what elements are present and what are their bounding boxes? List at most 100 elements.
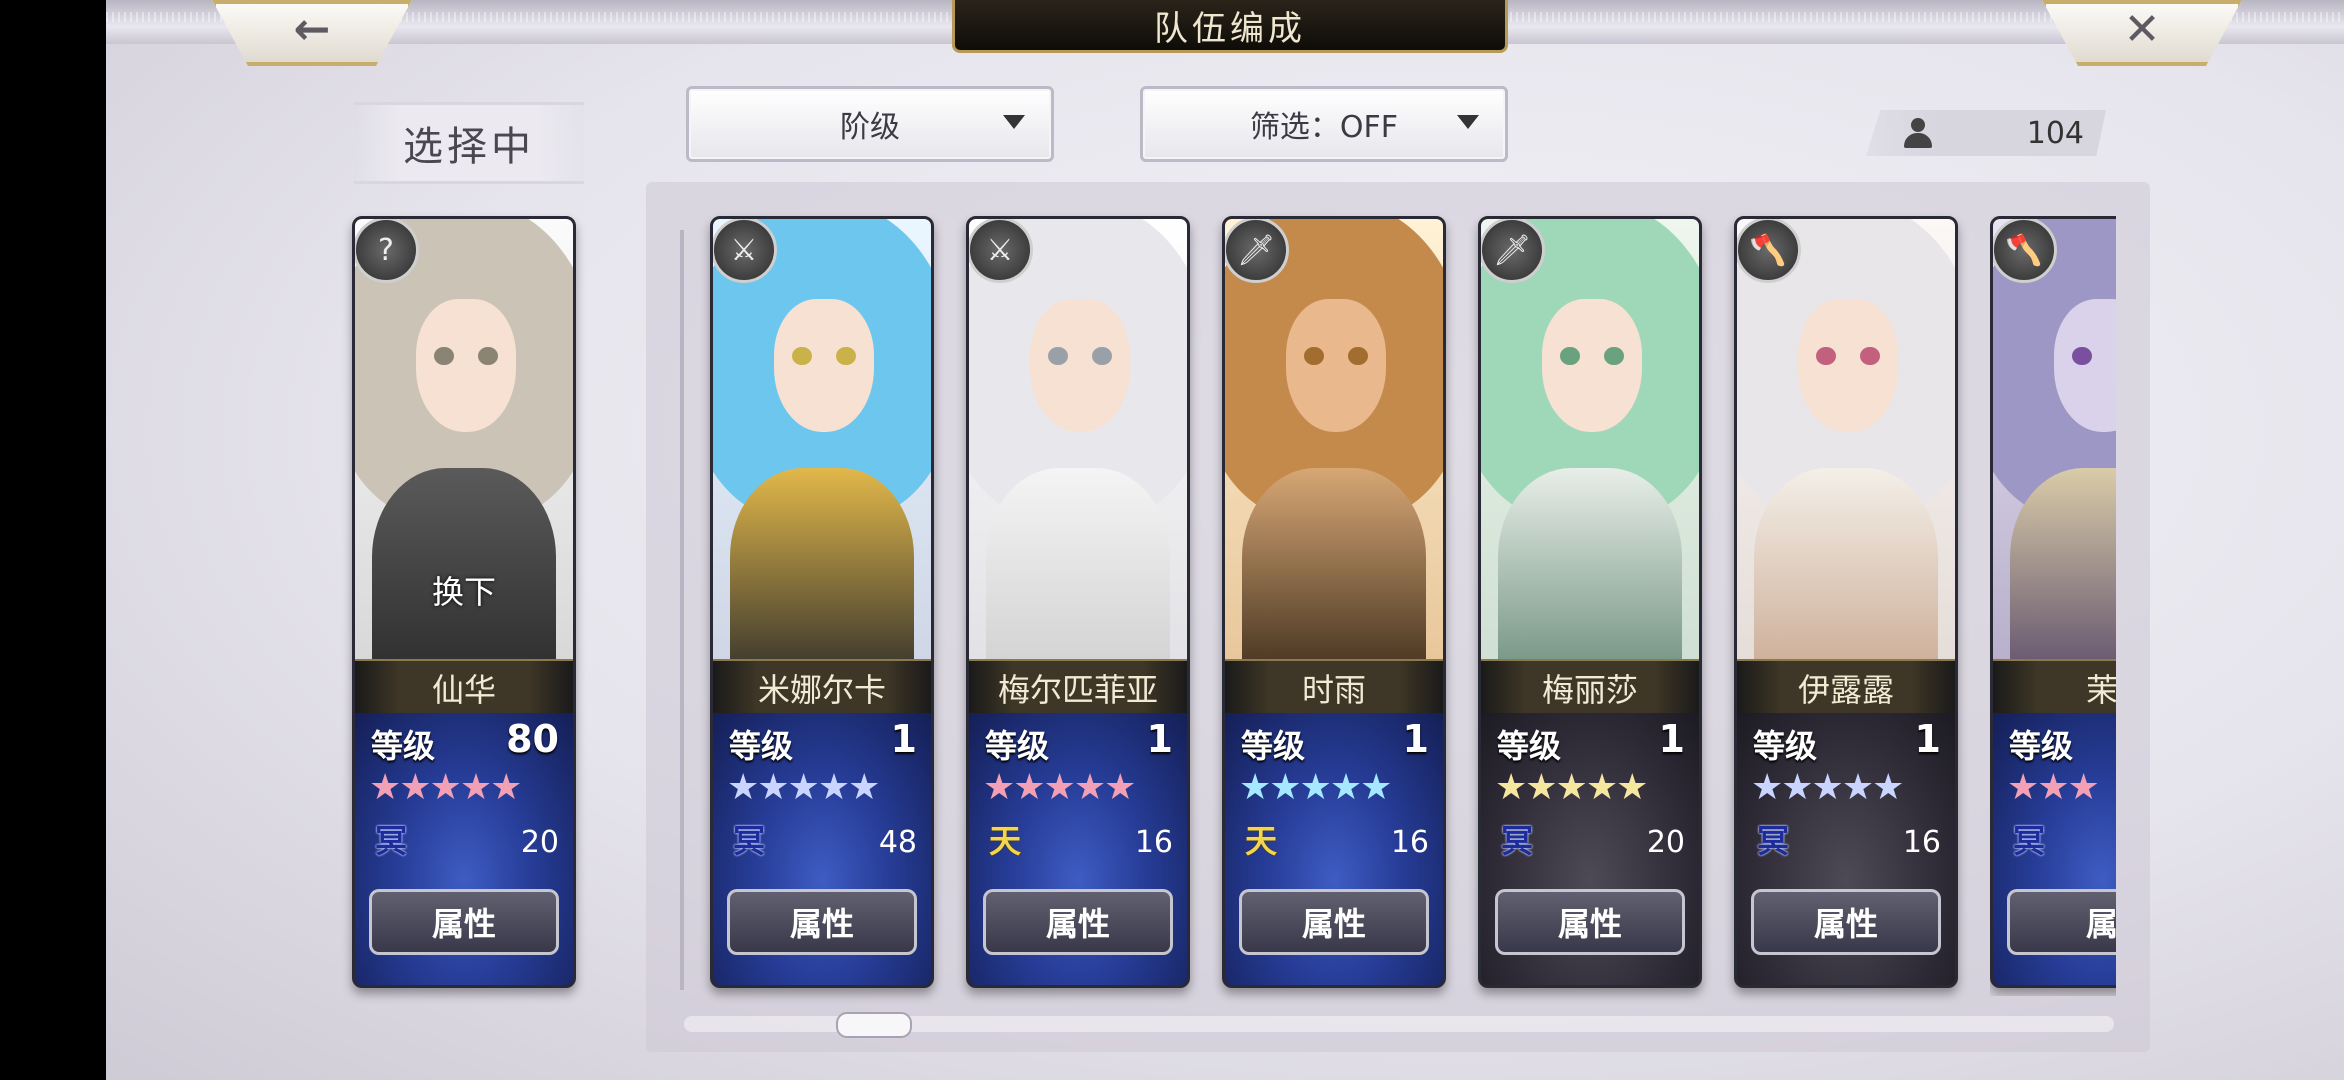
character-name: 梅丽莎	[1481, 659, 1699, 717]
character-portrait	[1225, 219, 1443, 690]
character-card[interactable]: 🪓 茉 等级 ★★★ 冥 属	[1990, 216, 2116, 988]
character-card[interactable]: ⚔ 米娜尔卡 等级 1 ★★★★★ 冥 48 属性	[710, 216, 934, 988]
affinity-icon: 冥	[374, 822, 407, 860]
affinity-icon: 冥	[1756, 822, 1789, 860]
rank-sort-label: 阶级	[840, 110, 900, 145]
affinity-icon: 冥	[2012, 822, 2045, 860]
person-icon	[1904, 118, 1932, 148]
character-stats: 等级 1 ★★★★★ 天 16 属性	[969, 713, 1187, 985]
character-portrait	[1481, 219, 1699, 690]
filter-dropdown[interactable]: 筛选：OFF	[1140, 86, 1508, 162]
level-value: 1	[1402, 717, 1429, 761]
character-name: 仙华	[355, 659, 573, 717]
portrait-eye	[2072, 346, 2093, 366]
level-label: 等级	[371, 727, 436, 765]
scrollbar-thumb[interactable]	[836, 1012, 912, 1038]
attribute-button[interactable]: 属性	[1239, 889, 1429, 955]
weapon-type-icon: 🪓	[1993, 219, 2057, 283]
character-stats: 等级 1 ★★★★★ 冥 16 属性	[1737, 713, 1955, 985]
portrait-eye	[1860, 346, 1881, 366]
attribute-button[interactable]: 属性	[1495, 889, 1685, 955]
level-value: 1	[890, 717, 917, 761]
portrait-body	[1754, 467, 1938, 690]
character-card[interactable]: 🗡 梅丽莎 等级 1 ★★★★★ 冥 20 属性	[1478, 216, 1702, 988]
character-stats: 等级 ★★★ 冥 属	[1993, 713, 2116, 985]
portrait-eye	[1092, 346, 1113, 366]
rarity-stars: ★★★★★	[727, 767, 880, 808]
chevron-down-icon	[1003, 115, 1025, 129]
chevron-down-icon	[1457, 115, 1479, 129]
character-name: 时雨	[1225, 659, 1443, 717]
attribute-button[interactable]: 属性	[1751, 889, 1941, 955]
rank-sort-dropdown[interactable]: 阶级	[686, 86, 1054, 162]
character-portrait: 换下	[355, 219, 573, 690]
portrait-eye	[792, 346, 813, 366]
rarity-stars: ★★★★★	[983, 767, 1136, 808]
attribute-button[interactable]: 属性	[983, 889, 1173, 955]
swap-out-label[interactable]: 换下	[355, 567, 573, 613]
weapon-type-icon: ?	[355, 219, 419, 283]
weapon-type-icon: ⚔	[713, 219, 777, 283]
portrait-eye	[1048, 346, 1069, 366]
portrait-face	[1286, 298, 1387, 433]
character-portrait	[713, 219, 931, 690]
weapon-type-icon: ⚔	[969, 219, 1033, 283]
rarity-stars: ★★★★★	[1751, 767, 1904, 808]
current-character-card[interactable]: 换下 ? 仙华 等级 80 ★★★★★ 冥 20 属性	[352, 216, 576, 988]
divider	[680, 230, 684, 990]
attribute-button[interactable]: 属性	[369, 889, 559, 955]
cost-value: 20	[520, 825, 559, 860]
weapon-type-icon: 🗡	[1225, 219, 1289, 283]
portrait-body	[986, 467, 1170, 690]
back-arrow-icon: ←	[293, 3, 331, 55]
cost-value: 16	[1134, 825, 1173, 860]
portrait-eye	[1304, 346, 1325, 366]
unit-count-value: 104	[2026, 116, 2084, 151]
cost-value: 16	[1390, 825, 1429, 860]
portrait-face	[1798, 298, 1899, 433]
level-label: 等级	[1753, 727, 1818, 765]
rarity-stars: ★★★★★	[369, 767, 522, 808]
level-label: 等级	[1497, 727, 1562, 765]
rarity-stars: ★★★★★	[1495, 767, 1648, 808]
portrait-eye	[478, 346, 499, 366]
character-card[interactable]: 🗡 时雨 等级 1 ★★★★★ 天 16 属性	[1222, 216, 1446, 988]
character-name: 伊露露	[1737, 659, 1955, 717]
character-portrait	[1993, 219, 2116, 690]
level-value: 1	[1658, 717, 1685, 761]
cost-value: 20	[1646, 825, 1685, 860]
close-icon: ✕	[2123, 3, 2161, 55]
attribute-button[interactable]: 属性	[727, 889, 917, 955]
selecting-label: 选择中	[354, 102, 584, 184]
page-title: 队伍编成	[952, 0, 1508, 53]
level-value: 1	[1914, 717, 1941, 761]
weapon-type-icon: 🗡	[1481, 219, 1545, 283]
back-button[interactable]: ←	[212, 0, 412, 66]
level-value: 80	[506, 717, 559, 761]
filter-label: 筛选：OFF	[1249, 110, 1399, 145]
level-label: 等级	[729, 727, 794, 765]
close-button[interactable]: ✕	[2042, 0, 2242, 66]
level-label: 等级	[2009, 727, 2074, 765]
character-name: 梅尔匹菲亚	[969, 659, 1187, 717]
character-card[interactable]: ⚔ 梅尔匹菲亚 等级 1 ★★★★★ 天 16 属性	[966, 216, 1190, 988]
character-portrait	[1737, 219, 1955, 690]
character-stats: 等级 80 ★★★★★ 冥 20 属性	[355, 713, 573, 985]
character-card[interactable]: 🪓 伊露露 等级 1 ★★★★★ 冥 16 属性	[1734, 216, 1958, 988]
portrait-eye	[434, 346, 455, 366]
portrait-face	[1030, 298, 1131, 433]
portrait-body	[1498, 467, 1682, 690]
rarity-stars: ★★★	[2007, 767, 2100, 808]
list-clip: 🪓 茉 等级 ★★★ 冥 属	[1990, 216, 2116, 996]
affinity-icon: 天	[1244, 822, 1277, 860]
character-portrait	[969, 219, 1187, 690]
portrait-face	[416, 298, 517, 433]
character-stats: 等级 1 ★★★★★ 冥 20 属性	[1481, 713, 1699, 985]
attribute-button[interactable]: 属	[2007, 889, 2116, 955]
rarity-stars: ★★★★★	[1239, 767, 1392, 808]
portrait-body	[730, 467, 914, 690]
unit-count: 104	[1866, 110, 2106, 156]
portrait-eye	[836, 346, 857, 366]
character-stats: 等级 1 ★★★★★ 冥 48 属性	[713, 713, 931, 985]
portrait-body	[1242, 467, 1426, 690]
